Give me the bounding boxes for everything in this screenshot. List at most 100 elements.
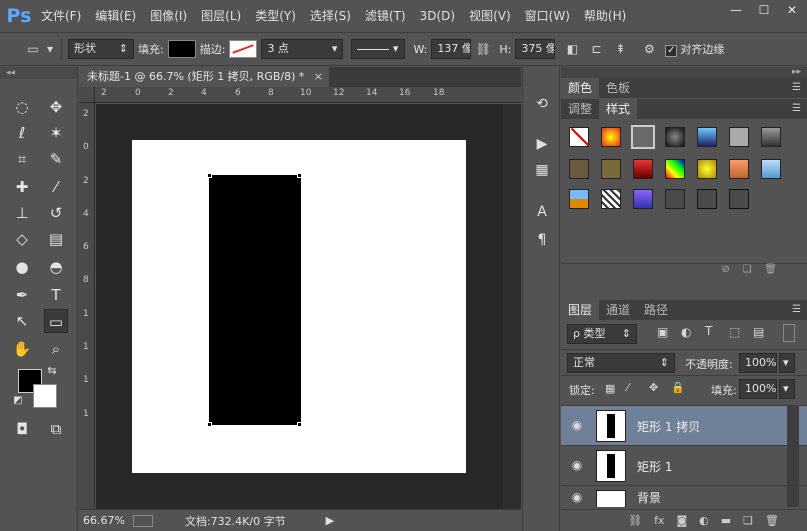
height-field[interactable]: 375 像 bbox=[515, 39, 556, 59]
style-swatch[interactable] bbox=[633, 159, 653, 179]
menu-image[interactable]: 图像(I) bbox=[143, 0, 194, 32]
path-arrange-icon[interactable]: ⇞ bbox=[611, 40, 629, 58]
menu-help[interactable]: 帮助(H) bbox=[577, 0, 633, 32]
magic-wand-tool-icon[interactable]: ✶ bbox=[44, 121, 68, 145]
character-panel-icon[interactable]: A bbox=[531, 201, 553, 223]
move-tool-icon[interactable]: ✥ bbox=[44, 95, 68, 119]
blur-tool-icon[interactable]: ● bbox=[10, 255, 34, 279]
filter-pixel-icon[interactable]: ▣ bbox=[657, 325, 668, 339]
panel-collapse-icon[interactable]: ▸▸ bbox=[561, 67, 807, 78]
menu-select[interactable]: 选择(S) bbox=[303, 0, 358, 32]
layer-filter-kind-select[interactable]: ρ 类型 ⇕ bbox=[567, 324, 637, 344]
status-preview-icon[interactable] bbox=[132, 514, 153, 527]
filter-smart-object-icon[interactable]: ▤ bbox=[753, 325, 764, 339]
fill-opacity-field[interactable]: 100% bbox=[739, 379, 777, 399]
style-swatch[interactable] bbox=[665, 189, 685, 209]
menu-file[interactable]: 文件(F) bbox=[34, 0, 88, 32]
clear-style-icon[interactable]: ⊘ bbox=[722, 264, 730, 275]
path-ops-icon[interactable]: ◧ bbox=[563, 40, 581, 58]
transform-handle[interactable] bbox=[207, 422, 212, 427]
path-align-icon[interactable]: ⊏ bbox=[587, 40, 605, 58]
fill-slider-button[interactable]: ▾ bbox=[779, 379, 795, 399]
style-swatch[interactable] bbox=[601, 127, 621, 147]
filter-shape-icon[interactable]: ⬚ bbox=[729, 325, 740, 339]
quick-mask-icon[interactable]: ◘ bbox=[10, 417, 34, 441]
layer-mask-icon[interactable]: ◙ bbox=[676, 514, 687, 527]
fill-swatch[interactable] bbox=[167, 40, 196, 58]
menu-edit[interactable]: 编辑(E) bbox=[88, 0, 143, 32]
align-edges-checkbox[interactable]: ✓ 对齐边缘 bbox=[665, 41, 724, 57]
type-tool-icon[interactable]: T bbox=[44, 283, 68, 307]
canvas-area[interactable] bbox=[96, 104, 521, 509]
layer-row[interactable]: ◉ 背景 bbox=[561, 485, 807, 507]
transform-handle[interactable] bbox=[297, 422, 302, 427]
layer-style-icon[interactable]: fx bbox=[654, 514, 664, 527]
pen-tool-icon[interactable]: ✒ bbox=[10, 283, 34, 307]
blend-mode-select[interactable]: 正常 ⇕ bbox=[567, 353, 675, 373]
style-swatch[interactable] bbox=[729, 127, 749, 147]
status-menu-arrow-icon[interactable]: ▶ bbox=[326, 514, 334, 527]
style-swatch[interactable] bbox=[665, 127, 685, 147]
filter-adjustment-icon[interactable]: ◐ bbox=[681, 325, 691, 339]
tab-styles[interactable]: 样式 bbox=[599, 99, 638, 119]
eye-icon[interactable]: ◉ bbox=[570, 458, 584, 472]
gradient-tool-icon[interactable]: ▤ bbox=[44, 227, 68, 251]
close-icon[interactable]: × bbox=[314, 67, 323, 87]
paragraph-panel-icon[interactable]: ¶ bbox=[531, 229, 553, 251]
ruler-origin[interactable] bbox=[79, 87, 95, 103]
style-swatch[interactable] bbox=[761, 159, 781, 179]
gear-icon[interactable]: ⚙ bbox=[640, 40, 658, 58]
swap-colors-icon[interactable]: ⇆ bbox=[44, 363, 60, 379]
clone-stamp-tool-icon[interactable]: ⊥ bbox=[10, 201, 34, 225]
panel-menu-icon[interactable]: ☰ bbox=[792, 300, 801, 320]
transform-handle[interactable] bbox=[297, 173, 302, 178]
adjustment-layer-icon[interactable]: ◐ bbox=[699, 514, 709, 527]
minimize-button[interactable]: — bbox=[727, 2, 745, 18]
default-colors-icon[interactable]: ◩ bbox=[10, 393, 26, 409]
rectangle-tool-icon[interactable]: ▭ bbox=[44, 309, 68, 333]
opacity-slider-button[interactable]: ▾ bbox=[779, 353, 795, 373]
zoom-level[interactable]: 66.67% bbox=[83, 514, 125, 527]
layer-name[interactable]: 矩形 1 bbox=[637, 458, 672, 475]
style-swatch[interactable] bbox=[697, 189, 717, 209]
brush-tool-icon[interactable]: ⁄ bbox=[44, 175, 68, 199]
style-swatch[interactable] bbox=[729, 189, 749, 209]
tab-swatches[interactable]: 色板 bbox=[599, 78, 637, 98]
lock-transparent-icon[interactable]: ▦ bbox=[605, 382, 615, 395]
panel-menu-icon[interactable]: ☰ bbox=[792, 78, 801, 98]
history-panel-icon[interactable]: ⟲ bbox=[531, 93, 553, 115]
stroke-swatch[interactable] bbox=[229, 40, 258, 58]
chevron-down-icon[interactable]: ▾ bbox=[45, 40, 55, 58]
lock-all-icon[interactable]: 🔒 bbox=[671, 381, 685, 394]
delete-layer-icon[interactable]: 🗑 bbox=[765, 514, 779, 527]
layer-name[interactable]: 矩形 1 拷贝 bbox=[637, 418, 700, 435]
opacity-field[interactable]: 100% bbox=[739, 353, 777, 373]
screen-mode-icon[interactable]: ⧉ bbox=[44, 417, 68, 441]
link-icon[interactable]: ⛓ bbox=[474, 40, 492, 58]
toolbox-collapse-icon[interactable]: ◂◂ bbox=[0, 67, 77, 79]
style-swatch[interactable] bbox=[569, 189, 589, 209]
path-selection-tool-icon[interactable]: ↖ bbox=[10, 309, 34, 333]
menu-window[interactable]: 窗口(W) bbox=[518, 0, 577, 32]
document-tab[interactable]: 未标题-1 @ 66.7% (矩形 1 拷贝, RGB/8) * × bbox=[79, 67, 329, 87]
properties-panel-icon[interactable]: ▦ bbox=[531, 159, 553, 181]
dodge-tool-icon[interactable]: ◓ bbox=[44, 255, 68, 279]
style-swatch[interactable] bbox=[633, 189, 653, 209]
style-swatch[interactable] bbox=[729, 159, 749, 179]
actions-panel-icon[interactable]: ▶ bbox=[531, 133, 553, 155]
rectangle-shape[interactable] bbox=[209, 175, 301, 425]
style-swatch[interactable] bbox=[601, 159, 621, 179]
menu-type[interactable]: 类型(Y) bbox=[248, 0, 303, 32]
new-group-icon[interactable]: ▬ bbox=[721, 514, 731, 527]
style-swatch[interactable] bbox=[569, 159, 589, 179]
lasso-tool-icon[interactable]: ℓ bbox=[10, 121, 34, 145]
hand-tool-icon[interactable]: ✋ bbox=[10, 337, 34, 361]
delete-style-icon[interactable]: 🗑 bbox=[764, 264, 777, 275]
tab-channels[interactable]: 通道 bbox=[599, 300, 637, 320]
eye-icon[interactable]: ◉ bbox=[570, 490, 584, 504]
marquee-tool-icon[interactable]: ◌ bbox=[10, 95, 34, 119]
eyedropper-tool-icon[interactable]: ✎ bbox=[44, 147, 68, 171]
eraser-tool-icon[interactable]: ◇ bbox=[10, 227, 34, 251]
tab-adjustments[interactable]: 调整 bbox=[561, 99, 599, 119]
vertical-scrollbar[interactable] bbox=[503, 104, 521, 509]
